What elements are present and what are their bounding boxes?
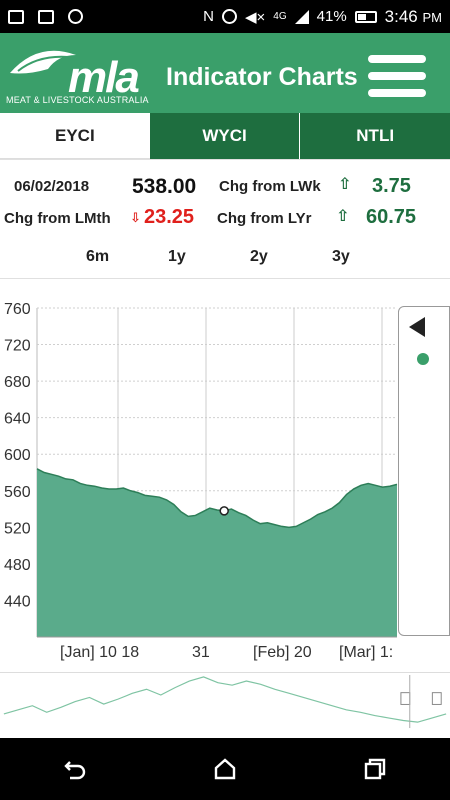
chg-lyr-label: Chg from LYr	[217, 210, 312, 227]
down-arrow-icon: ⇩	[130, 210, 141, 225]
x-tick-label: 31	[192, 644, 210, 661]
battery-icon	[354, 10, 377, 23]
y-tick-label: 720	[4, 338, 31, 355]
chg-lwk-label: Chg from LWk	[219, 178, 321, 195]
x-tick-label: [Feb] 20	[253, 644, 312, 661]
indicator-summary: 06/02/2018 538.00 Chg from LWk ⇧ 3.75 Ch…	[0, 159, 450, 279]
app-header: mla MEAT & LIVESTOCK AUSTRALIA Indicator…	[0, 33, 450, 113]
x-tick-label: [Jan] 10 18	[60, 644, 139, 661]
triangle-left-icon[interactable]	[409, 317, 425, 337]
home-icon[interactable]	[212, 756, 238, 782]
highlighted-point[interactable]	[219, 506, 229, 516]
nfc-icon: N	[203, 8, 214, 25]
back-icon[interactable]	[62, 756, 88, 782]
up-arrow-icon: ⇧	[338, 176, 352, 193]
indicator-date: 06/02/2018	[14, 178, 90, 195]
period-6m-button[interactable]: 6m	[86, 248, 109, 266]
indicator-price: 538.00	[132, 175, 197, 198]
tab-ntli[interactable]: NTLI	[300, 113, 450, 159]
chart-navigator[interactable]	[0, 672, 450, 730]
chg-lmth-label: Chg from LMth	[4, 210, 111, 227]
status-bar: N ◀× 4G 41% 3:46 PM	[0, 0, 450, 33]
period-2y-button[interactable]: 2y	[250, 248, 268, 266]
mla-logo: mla MEAT & LIVESTOCK AUSTRALIA	[6, 41, 156, 107]
clock: 3:46 PM	[384, 6, 442, 26]
logo-subtext: MEAT & LIVESTOCK AUSTRALIA	[6, 95, 149, 105]
navigator-handle-right[interactable]	[431, 692, 442, 705]
y-tick-label: 560	[4, 484, 31, 501]
y-tick-label: 760	[4, 301, 31, 318]
y-tick-label: 640	[4, 411, 31, 428]
signal-icon	[294, 9, 309, 24]
series-area	[37, 468, 397, 637]
lte-icon: 4G	[273, 11, 287, 22]
chg-lmth-value: 23.25	[144, 206, 195, 228]
mail-notification-icon	[38, 9, 54, 24]
eyci-area-chart[interactable]: 760 720 680 640 600 560 520 480 440 [Jan] 10 18 31…	[0, 290, 450, 670]
y-tick-label: 680	[4, 374, 31, 391]
period-1y-button[interactable]: 1y	[168, 248, 186, 266]
do-not-disturb-icon	[222, 9, 237, 24]
recents-icon[interactable]	[362, 756, 388, 782]
navigator-handle-left[interactable]	[400, 692, 411, 705]
legend-panel	[398, 306, 450, 636]
y-tick-label: 520	[4, 520, 31, 537]
hamburger-menu-icon[interactable]	[368, 55, 426, 99]
legend-dot-icon	[417, 353, 429, 365]
battery-percent: 41%	[316, 8, 347, 25]
page-title: Indicator Charts	[166, 63, 358, 91]
tab-wyci[interactable]: WYCI	[149, 113, 301, 159]
sync-notification-icon	[68, 9, 83, 24]
y-tick-label: 480	[4, 557, 31, 574]
x-tick-label: [Mar] 1:	[339, 644, 393, 661]
navigator-line	[3, 676, 447, 723]
system-nav-bar	[0, 738, 450, 800]
y-tick-label: 440	[4, 593, 31, 610]
indicator-tabs: EYCI WYCI NTLI	[0, 113, 450, 159]
gallery-notification-icon	[8, 9, 24, 24]
chg-lwk-value: 3.75	[372, 175, 411, 197]
period-3y-button[interactable]: 3y	[332, 248, 350, 266]
y-tick-label: 600	[4, 447, 31, 464]
mute-icon: ◀×	[245, 8, 266, 26]
up-arrow-icon: ⇧	[336, 208, 350, 225]
chg-lyr-value: 60.75	[366, 206, 417, 228]
tab-eyci[interactable]: EYCI	[0, 113, 150, 159]
